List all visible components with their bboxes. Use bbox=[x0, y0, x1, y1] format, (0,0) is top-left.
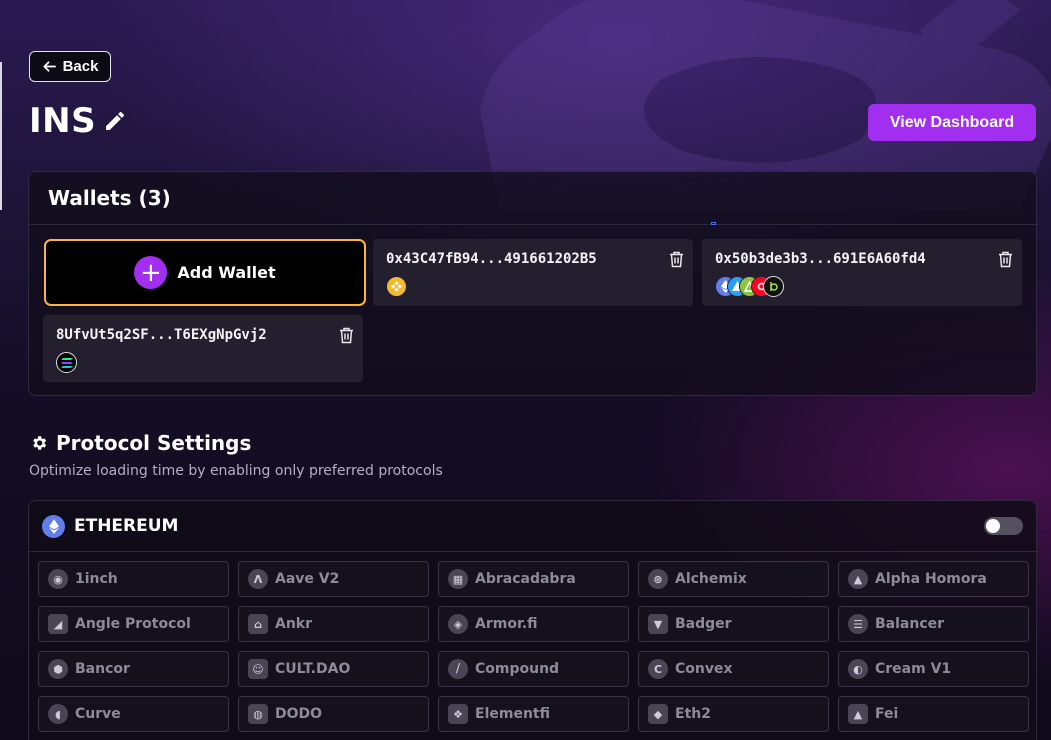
curve-icon: ◖ bbox=[48, 704, 68, 724]
badger-icon: ▼ bbox=[648, 614, 668, 634]
eth2-icon: ◆ bbox=[648, 704, 668, 724]
protocol-1inch[interactable]: ◉ 1inch bbox=[38, 561, 229, 597]
ethereum-icon bbox=[42, 514, 65, 538]
protocol-label: Bancor bbox=[75, 661, 130, 677]
protocol-label: Convex bbox=[675, 661, 733, 677]
trash-icon[interactable] bbox=[669, 251, 684, 268]
aave-icon: Λ bbox=[248, 569, 268, 589]
protocol-armor[interactable]: ◈ Armor.fi bbox=[438, 606, 629, 642]
balancer-icon: ☰ bbox=[848, 614, 868, 634]
protocol-label: Eth2 bbox=[675, 706, 711, 722]
protocol-badger[interactable]: ▼ Badger bbox=[638, 606, 829, 642]
gear-icon bbox=[33, 436, 47, 450]
protocol-settings-label: Protocol Settings bbox=[56, 431, 252, 455]
armor-icon: ◈ bbox=[448, 614, 468, 634]
back-button[interactable]: Back bbox=[29, 51, 111, 82]
cult-dao-icon: ☺ bbox=[248, 659, 268, 679]
wallets-panel: Wallets (3) + Add Wallet 0x43C47fB94...4… bbox=[28, 171, 1037, 396]
trash-icon[interactable] bbox=[998, 251, 1013, 268]
toggle-knob bbox=[986, 519, 1000, 533]
view-dashboard-button[interactable]: View Dashboard bbox=[868, 104, 1036, 141]
fei-icon: ▲ bbox=[848, 704, 868, 724]
protocol-label: Abracadabra bbox=[475, 571, 576, 587]
wallet-chains bbox=[386, 276, 407, 297]
plus-icon: + bbox=[134, 256, 168, 289]
abracadabra-icon: ▦ bbox=[448, 569, 468, 589]
protocol-label: Ankr bbox=[275, 616, 313, 632]
ethereum-protocols-panel: ETHEREUM ◉ 1inch Λ Aave V2 ▦ Abracadabra ⊛ A… bbox=[28, 500, 1037, 740]
protocol-label: 1inch bbox=[75, 571, 118, 587]
protocol-bancor[interactable]: ⬢ Bancor bbox=[38, 651, 229, 687]
wallet-address: 0x50b3de3b3...691E6A60fd4 bbox=[715, 251, 926, 267]
protocol-label: Angle Protocol bbox=[75, 616, 191, 632]
alpha-homora-icon: ▲ bbox=[848, 569, 868, 589]
protocol-label: Fei bbox=[875, 706, 899, 722]
protocol-ankr[interactable]: ⌂ Ankr bbox=[238, 606, 429, 642]
wallet-card[interactable]: 0x43C47fB94...491661202B5 bbox=[373, 239, 693, 306]
protocol-compound[interactable]: ⧸ Compound bbox=[438, 651, 629, 687]
protocol-curve[interactable]: ◖ Curve bbox=[38, 696, 229, 732]
back-label: Back bbox=[62, 58, 99, 75]
chain-header: ETHEREUM bbox=[29, 501, 1036, 552]
protocol-eth2[interactable]: ◆ Eth2 bbox=[638, 696, 829, 732]
protocol-settings-subtitle: Optimize loading time by enabling only p… bbox=[29, 463, 443, 479]
arrow-left-icon bbox=[43, 61, 56, 72]
bancor-icon: ⬢ bbox=[48, 659, 68, 679]
protocol-label: Alpha Homora bbox=[875, 571, 987, 587]
page-title: INS bbox=[29, 101, 97, 141]
wallet-card[interactable]: 0x50b3de3b3...691E6A60fd4 bbox=[702, 239, 1022, 306]
pencil-edit-icon[interactable] bbox=[103, 109, 127, 133]
protocol-angle[interactable]: ◢ Angle Protocol bbox=[38, 606, 229, 642]
protocol-label: Badger bbox=[675, 616, 732, 632]
protocol-alchemix[interactable]: ⊛ Alchemix bbox=[638, 561, 829, 597]
alchemix-icon: ⊛ bbox=[648, 569, 668, 589]
protocol-balancer[interactable]: ☰ Balancer bbox=[838, 606, 1029, 642]
protocol-label: Armor.fi bbox=[475, 616, 538, 632]
convex-icon: C bbox=[648, 659, 668, 679]
wallet-card[interactable]: 8UfvUt5q2SF...T6EXgNpGvj2 bbox=[43, 315, 363, 382]
protocol-dodo[interactable]: ◍ DODO bbox=[238, 696, 429, 732]
protocol-fei[interactable]: ▲ Fei bbox=[838, 696, 1029, 732]
protocol-aave-v2[interactable]: Λ Aave V2 bbox=[238, 561, 429, 597]
add-wallet-label: Add Wallet bbox=[177, 263, 276, 282]
protocol-label: Alchemix bbox=[675, 571, 747, 587]
protocol-label: Aave V2 bbox=[275, 571, 340, 587]
solana-icon bbox=[56, 352, 77, 373]
window-edge bbox=[0, 62, 2, 210]
protocol-alpha-homora[interactable]: ▲ Alpha Homora bbox=[838, 561, 1029, 597]
wallet-address: 8UfvUt5q2SF...T6EXgNpGvj2 bbox=[56, 327, 267, 343]
elementfi-icon: ❖ bbox=[448, 704, 468, 724]
compound-icon: ⧸ bbox=[448, 659, 468, 679]
protocol-settings-title: Protocol Settings bbox=[30, 431, 251, 455]
other-chain-icon bbox=[763, 276, 784, 297]
wallet-chains bbox=[715, 276, 784, 297]
ankr-icon: ⌂ bbox=[248, 614, 268, 634]
protocol-label: Cream V1 bbox=[875, 661, 952, 677]
protocol-elementfi[interactable]: ❖ Elementfi bbox=[438, 696, 629, 732]
wallet-address: 0x43C47fB94...491661202B5 bbox=[386, 251, 597, 267]
bnb-chain-icon bbox=[386, 276, 407, 297]
protocol-label: Elementfi bbox=[475, 706, 550, 722]
protocol-cream-v1[interactable]: ◐ Cream V1 bbox=[838, 651, 1029, 687]
protocol-label: Compound bbox=[475, 661, 560, 677]
protocol-cult-dao[interactable]: ☺ CULT.DAO bbox=[238, 651, 429, 687]
dodo-icon: ◍ bbox=[248, 704, 268, 724]
protocol-label: CULT.DAO bbox=[275, 661, 351, 677]
add-wallet-button[interactable]: + Add Wallet bbox=[44, 239, 366, 306]
wallet-chains bbox=[56, 352, 77, 373]
trash-icon[interactable] bbox=[339, 327, 354, 344]
protocol-label: DODO bbox=[275, 706, 323, 722]
protocol-abracadabra[interactable]: ▦ Abracadabra bbox=[438, 561, 629, 597]
protocol-convex[interactable]: C Convex bbox=[638, 651, 829, 687]
cream-icon: ◐ bbox=[848, 659, 868, 679]
protocol-label: Balancer bbox=[875, 616, 945, 632]
select-all-toggle[interactable] bbox=[984, 517, 1023, 535]
wallets-heading: Wallets (3) bbox=[29, 172, 1036, 225]
protocol-grid: ◉ 1inch Λ Aave V2 ▦ Abracadabra ⊛ Alchemix ▲… bbox=[38, 561, 1029, 732]
angle-protocol-icon: ◢ bbox=[48, 614, 68, 634]
chain-label: ETHEREUM bbox=[74, 516, 179, 536]
focus-marker bbox=[711, 222, 716, 225]
protocol-label: Curve bbox=[75, 706, 121, 722]
1inch-icon: ◉ bbox=[48, 569, 68, 589]
